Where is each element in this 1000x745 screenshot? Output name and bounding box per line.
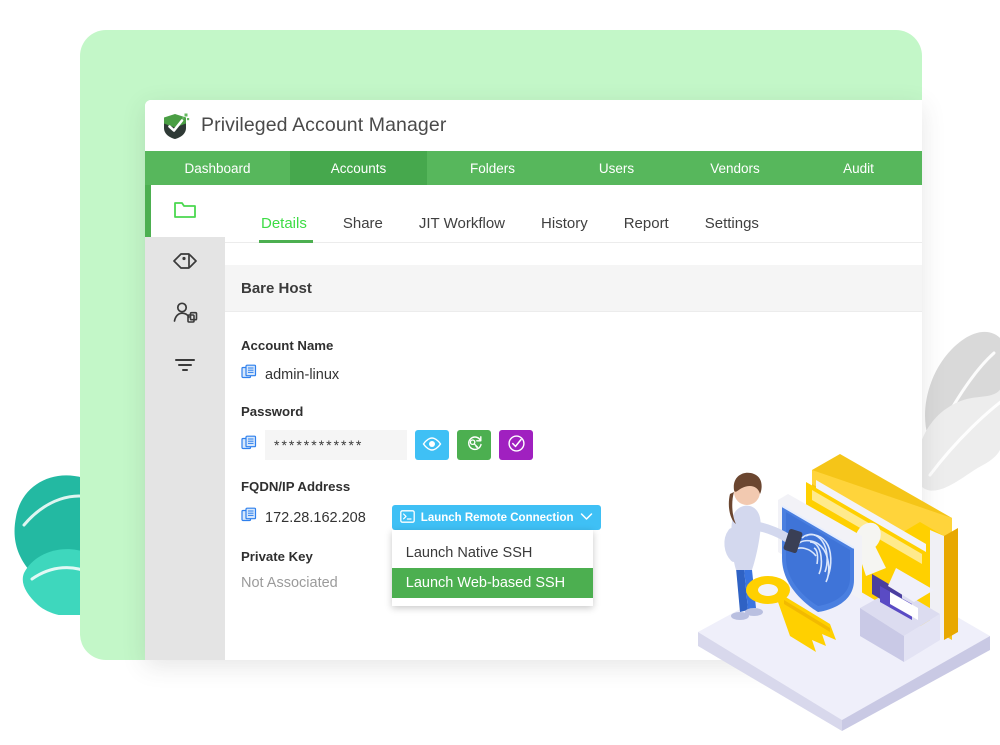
account-name-value: admin-linux — [265, 366, 340, 383]
sidebar-item-filter[interactable] — [145, 341, 225, 393]
password-label: Password — [241, 404, 304, 419]
icon-rail-sidebar — [145, 185, 225, 660]
fqdn-value: 172.28.162.208 — [265, 509, 366, 526]
launch-options-menu: Launch Native SSH Launch Web-based SSH — [391, 530, 593, 606]
launch-remote-connection-dropdown: Launch Remote Connection Launch Native S… — [391, 505, 601, 606]
account-name-label: Account Name — [241, 338, 334, 353]
check-circle-icon — [507, 434, 526, 456]
chevron-down-icon — [580, 512, 593, 524]
nav-item-audit[interactable]: Audit — [795, 151, 922, 185]
tab-jit-workflow[interactable]: JIT Workflow — [401, 215, 523, 242]
tab-history[interactable]: History — [523, 215, 606, 242]
field-account-name: Account Name admin-linux — [241, 338, 922, 385]
tab-share[interactable]: Share — [325, 215, 401, 242]
menu-item-launch-web-based-ssh[interactable]: Launch Web-based SSH — [391, 568, 593, 598]
tab-details[interactable]: Details — [247, 215, 325, 243]
sidebar-item-user-accounts[interactable] — [145, 289, 225, 341]
terminal-icon — [399, 509, 415, 526]
user-copy-icon — [172, 301, 198, 330]
copy-icon[interactable] — [241, 507, 257, 528]
tab-report[interactable]: Report — [606, 215, 687, 242]
tags-icon — [172, 250, 198, 277]
sidebar-item-tags[interactable] — [145, 237, 225, 289]
app-titlebar: Privileged Account Manager — [145, 100, 922, 151]
password-input[interactable] — [265, 430, 407, 460]
copy-icon[interactable] — [241, 364, 257, 385]
nav-item-folders[interactable]: Folders — [427, 151, 558, 185]
filter-icon — [172, 355, 198, 380]
menu-item-launch-native-ssh[interactable]: Launch Native SSH — [392, 538, 593, 568]
launch-remote-connection-button[interactable]: Launch Remote Connection — [391, 505, 601, 530]
reset-password-button[interactable] — [457, 430, 491, 460]
private-key-value: Not Associated — [241, 575, 338, 591]
launch-button-label: Launch Remote Connection — [420, 511, 574, 524]
copy-icon[interactable] — [241, 435, 257, 456]
app-title: Privileged Account Manager — [201, 114, 447, 136]
nav-item-accounts[interactable]: Accounts — [290, 151, 427, 185]
screenshot-root: Privileged Account Manager Dashboard Acc… — [0, 0, 1000, 745]
isometric-security-illustration — [690, 440, 1000, 745]
detail-tabs: Details Share JIT Workflow History Repor… — [225, 185, 922, 243]
nav-item-vendors[interactable]: Vendors — [675, 151, 795, 185]
nav-item-dashboard[interactable]: Dashboard — [145, 151, 290, 185]
nav-item-users[interactable]: Users — [558, 151, 675, 185]
eye-icon — [422, 436, 442, 454]
folder-icon — [173, 198, 197, 225]
verify-password-button[interactable] — [499, 430, 533, 460]
sidebar-item-folders[interactable] — [145, 185, 225, 237]
show-password-button[interactable] — [415, 430, 449, 460]
tab-settings[interactable]: Settings — [687, 215, 777, 242]
main-navbar: Dashboard Accounts Folders Users Vendors… — [145, 151, 922, 185]
shield-check-icon — [160, 111, 190, 141]
section-title-bare-host: Bare Host — [225, 265, 922, 312]
refresh-key-icon — [465, 434, 484, 456]
